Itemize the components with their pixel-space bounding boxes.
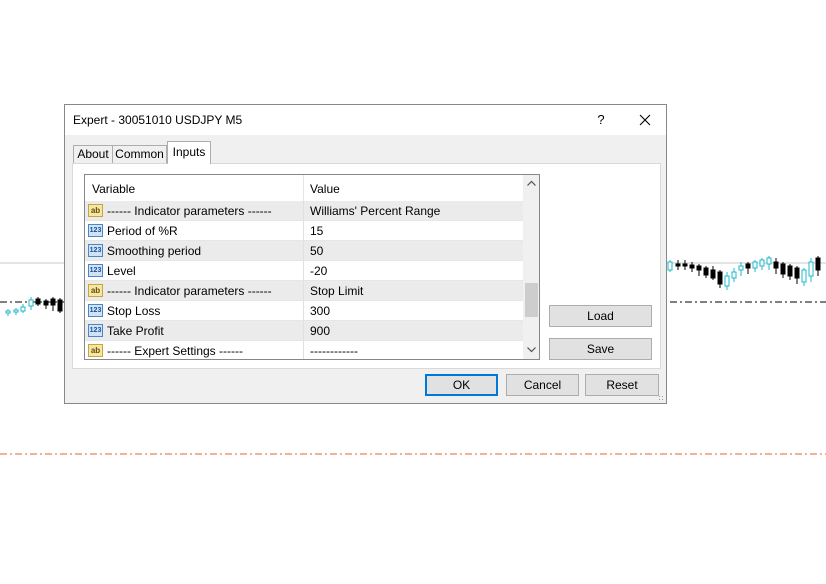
variable-cell: ------ Indicator parameters ------ [107, 204, 272, 218]
number-icon: 123 [88, 224, 103, 237]
candle-body [731, 271, 737, 279]
candle-body [773, 261, 779, 269]
candle-body [717, 271, 723, 285]
cell-divider [303, 241, 304, 260]
candle-body [57, 299, 63, 312]
chevron-up-icon [527, 180, 536, 186]
number-icon: 123 [88, 264, 103, 277]
reset-button[interactable]: Reset [585, 374, 659, 396]
value-cell[interactable]: 900 [310, 324, 330, 338]
chevron-down-icon [527, 347, 536, 353]
candle-body [710, 269, 716, 279]
text-icon: ab [88, 284, 103, 297]
value-cell[interactable]: ------------ [310, 344, 358, 358]
candle-body [780, 263, 786, 275]
cell-divider [303, 201, 304, 220]
value-cell[interactable]: -20 [310, 264, 327, 278]
number-icon: 123 [88, 244, 103, 257]
cell-divider [303, 301, 304, 320]
help-button[interactable]: ? [593, 110, 609, 130]
table-row[interactable]: ab ------ Indicator parameters ------ St… [85, 281, 523, 301]
candle-body [752, 261, 758, 269]
tab-inputs[interactable]: Inputs [167, 141, 211, 164]
expert-dialog: Expert - 30051010 USDJPY M5 ? About Comm… [64, 104, 667, 404]
scroll-down-button[interactable] [523, 342, 539, 359]
cell-divider [303, 281, 304, 300]
scroll-up-button[interactable] [523, 175, 539, 192]
ok-button[interactable]: OK [425, 374, 498, 396]
candle-body [667, 261, 673, 271]
table-row[interactable]: 123 Stop Loss 300 [85, 301, 523, 321]
candle-body [50, 298, 56, 306]
candle-body [28, 299, 34, 307]
save-button[interactable]: Save [549, 338, 652, 360]
candle-body [20, 306, 26, 312]
value-cell[interactable]: 50 [310, 244, 323, 258]
scroll-thumb[interactable] [525, 283, 538, 317]
tab-about[interactable]: About [73, 145, 113, 163]
candles-left [5, 297, 63, 316]
vertical-scrollbar[interactable] [523, 175, 539, 359]
value-cell[interactable]: 300 [310, 304, 330, 318]
candle-body [815, 257, 821, 271]
close-icon [639, 114, 651, 126]
candle-body [703, 267, 709, 276]
cell-divider [303, 261, 304, 280]
load-button[interactable]: Load [549, 305, 652, 327]
variable-cell: Take Profit [107, 324, 164, 338]
value-cell[interactable]: Williams' Percent Range [310, 204, 440, 218]
candle-body [675, 263, 681, 267]
column-header-value[interactable]: Value [310, 182, 340, 196]
column-header-variable[interactable]: Variable [92, 182, 135, 196]
tab-common[interactable]: Common [112, 145, 167, 163]
cancel-button[interactable]: Cancel [506, 374, 579, 396]
candles-right [667, 256, 821, 290]
candle-body [766, 257, 772, 265]
text-icon: ab [88, 344, 103, 357]
variable-cell: Smoothing period [107, 244, 202, 258]
cell-divider [303, 221, 304, 240]
candle-body [745, 263, 751, 269]
number-icon: 123 [88, 304, 103, 317]
text-icon: ab [88, 204, 103, 217]
candle-body [35, 298, 41, 305]
candle-body [689, 264, 695, 269]
value-cell[interactable]: 15 [310, 224, 323, 238]
variable-cell: Stop Loss [107, 304, 161, 318]
variable-cell: ------ Indicator parameters ------ [107, 284, 272, 298]
cell-divider [303, 341, 304, 359]
grid-header: Variable Value [85, 175, 523, 202]
inputs-grid[interactable]: Variable Value ab ------ Indicator param… [84, 174, 540, 360]
resize-grip[interactable] [658, 395, 664, 401]
window-title: Expert - 30051010 USDJPY M5 [73, 113, 243, 127]
table-row[interactable]: 123 Period of %R 15 [85, 221, 523, 241]
candle-body [5, 310, 11, 314]
candle-body [696, 265, 702, 271]
table-row[interactable]: ab ------ Indicator parameters ------ Wi… [85, 201, 523, 221]
candle-body [801, 269, 807, 283]
value-cell[interactable]: Stop Limit [310, 284, 363, 298]
candle-body [794, 267, 800, 279]
table-row[interactable]: ab ------ Expert Settings ------ -------… [85, 341, 523, 359]
variable-cell: Period of %R [107, 224, 178, 238]
title-bar: Expert - 30051010 USDJPY M5 ? [65, 105, 666, 135]
candle-body [808, 261, 814, 277]
candle-body [738, 265, 744, 271]
candle-body [13, 309, 19, 313]
candle-body [787, 265, 793, 277]
column-divider[interactable] [303, 175, 304, 201]
number-icon: 123 [88, 324, 103, 337]
table-row[interactable]: 123 Level -20 [85, 261, 523, 281]
variable-cell: ------ Expert Settings ------ [107, 344, 243, 358]
candle-body [759, 259, 765, 267]
close-button[interactable] [633, 110, 657, 130]
cell-divider [303, 321, 304, 340]
inputs-panel: Variable Value ab ------ Indicator param… [72, 163, 661, 369]
candle-body [724, 275, 730, 287]
table-row[interactable]: 123 Smoothing period 50 [85, 241, 523, 261]
candle-body [682, 263, 688, 267]
candle-body [43, 300, 49, 306]
table-row[interactable]: 123 Take Profit 900 [85, 321, 523, 341]
variable-cell: Level [107, 264, 136, 278]
